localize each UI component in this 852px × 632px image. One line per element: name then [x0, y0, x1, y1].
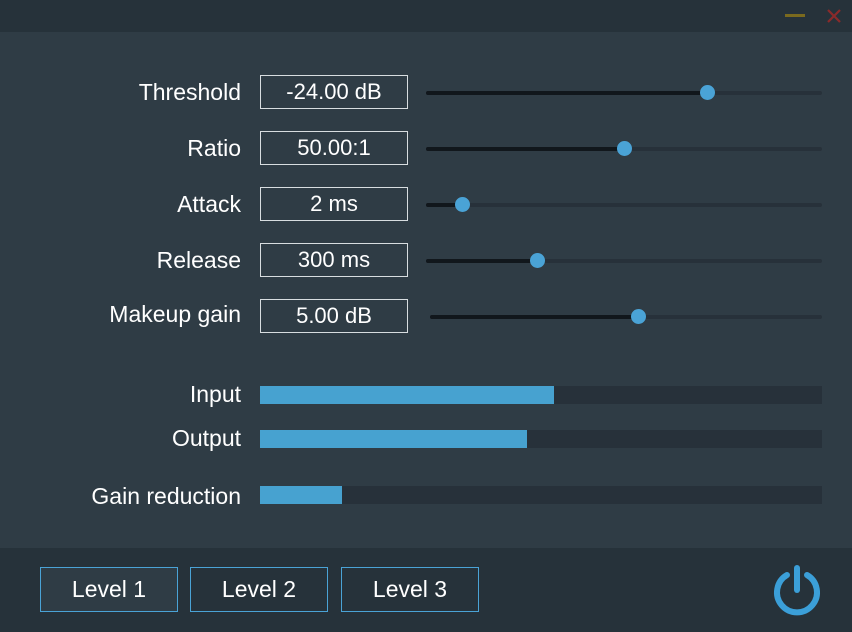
- ratio-value-field[interactable]: 50.00:1: [260, 131, 408, 165]
- threshold-value-field[interactable]: -24.00 dB: [260, 75, 408, 109]
- release-slider[interactable]: [426, 253, 822, 268]
- makeup-gain-slider-fill: [430, 315, 638, 319]
- gain-reduction-meter: [260, 486, 822, 504]
- attack-slider-thumb[interactable]: [454, 197, 470, 212]
- output-meter-label: Output: [171, 425, 241, 451]
- attack-slider[interactable]: [426, 197, 822, 212]
- level-2-button[interactable]: Level 2: [190, 567, 328, 612]
- gain-reduction-meter-fill: [260, 486, 343, 504]
- input-meter: [260, 386, 822, 404]
- makeup-gain-slider[interactable]: [430, 309, 822, 324]
- makeup-gain-slider-thumb[interactable]: [630, 309, 646, 324]
- output-meter-fill: [260, 430, 527, 448]
- input-meter-fill: [260, 386, 554, 404]
- makeup-gain-label: Makeup gain: [109, 301, 241, 327]
- power-icon[interactable]: [769, 562, 825, 618]
- ratio-slider-fill: [426, 147, 624, 151]
- release-slider-thumb[interactable]: [529, 253, 545, 268]
- ratio-slider[interactable]: [426, 141, 822, 156]
- threshold-slider-fill: [426, 91, 708, 95]
- attack-label: Attack: [177, 191, 241, 217]
- attack-value-field[interactable]: 2 ms: [260, 187, 408, 221]
- minimize-icon[interactable]: [785, 14, 805, 17]
- level-1-button[interactable]: Level 1: [40, 567, 178, 612]
- ratio-slider-thumb[interactable]: [617, 141, 632, 156]
- input-meter-label: Input: [189, 381, 241, 407]
- threshold-label: Threshold: [138, 79, 241, 105]
- footer-bar: Level 1 Level 2 Level 3: [0, 548, 852, 632]
- gain-reduction-meter-label: Gain reduction: [91, 483, 241, 509]
- level-3-button[interactable]: Level 3: [341, 567, 479, 612]
- threshold-slider-thumb[interactable]: [700, 85, 716, 100]
- release-value-field[interactable]: 300 ms: [260, 243, 408, 277]
- output-meter: [260, 430, 822, 448]
- release-label: Release: [156, 247, 241, 273]
- threshold-slider[interactable]: [426, 85, 822, 100]
- ratio-label: Ratio: [187, 135, 241, 161]
- close-icon[interactable]: [822, 4, 846, 28]
- title-bar: [0, 0, 852, 32]
- makeup-gain-value-field[interactable]: 5.00 dB: [260, 299, 408, 333]
- release-slider-fill: [426, 259, 537, 263]
